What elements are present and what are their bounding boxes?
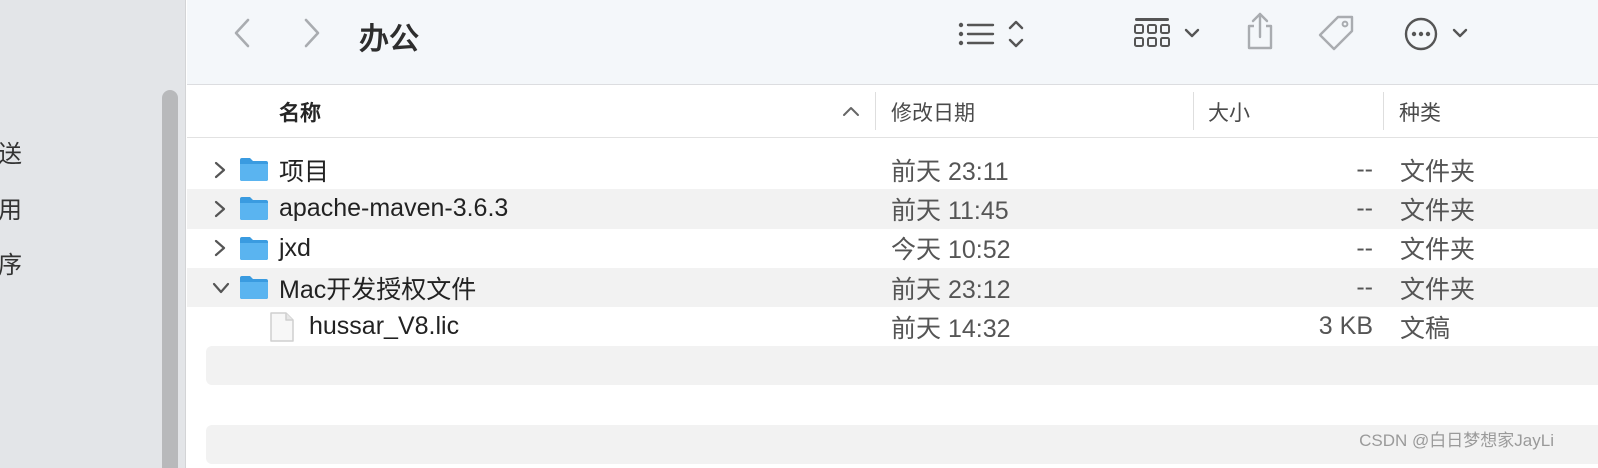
folder-icon xyxy=(240,236,268,260)
sort-ascending-icon[interactable] xyxy=(841,101,861,121)
modified-date: 前天 14:32 xyxy=(891,314,1011,343)
column-size[interactable]: 大小 xyxy=(1208,97,1250,127)
file-kind: 文稿 xyxy=(1400,314,1451,343)
group-button[interactable] xyxy=(1133,14,1205,54)
sidebar-item-1[interactable]: 送 xyxy=(0,134,22,169)
disclosure-triangle[interactable] xyxy=(211,268,231,307)
chevron-right-icon xyxy=(304,18,320,48)
chevron-left-icon xyxy=(234,18,250,48)
share-button[interactable] xyxy=(1243,10,1277,52)
file-size: -- xyxy=(1356,273,1373,302)
folder-icon xyxy=(240,197,268,221)
column-divider[interactable] xyxy=(1383,92,1384,130)
list-view-icon xyxy=(958,20,1024,48)
chevron-right-icon xyxy=(214,240,226,257)
tag-button[interactable] xyxy=(1317,13,1357,53)
file-kind: 文件夹 xyxy=(1400,275,1476,304)
forward-button[interactable] xyxy=(297,15,327,51)
modified-date: 今天 10:52 xyxy=(891,236,1011,265)
more-icon xyxy=(1404,17,1468,51)
grid-view-icon xyxy=(1134,18,1200,47)
file-size: -- xyxy=(1356,155,1373,184)
document-icon xyxy=(270,312,294,342)
toolbar: 办公 xyxy=(187,0,1598,85)
watermark: CSDN @白日梦想家JayLi xyxy=(1359,431,1554,450)
disclosure-triangle[interactable] xyxy=(213,189,227,228)
chevron-right-icon xyxy=(214,161,226,178)
file-name: jxd xyxy=(279,233,311,262)
sidebar: 送 用 序 xyxy=(0,0,186,468)
file-name: hussar_V8.lic xyxy=(309,312,460,341)
chevron-right-icon xyxy=(214,200,226,218)
file-size: -- xyxy=(1356,194,1373,223)
file-list: 项目 前天 23:11 -- 文件夹 apache-maven-3.6.3 前天… xyxy=(187,150,1598,346)
column-name[interactable]: 名称 xyxy=(279,97,321,127)
sidebar-item-label: 送 xyxy=(0,141,22,168)
file-name: Mac开发授权文件 xyxy=(279,275,477,304)
back-button[interactable] xyxy=(227,15,257,51)
file-size: -- xyxy=(1356,233,1373,262)
sidebar-item-2[interactable]: 用 xyxy=(0,190,22,225)
empty-row xyxy=(206,346,1598,385)
sidebar-item-label: 序 xyxy=(0,252,22,279)
disclosure-triangle[interactable] xyxy=(213,229,227,268)
list-item[interactable]: 项目 前天 23:11 -- 文件夹 xyxy=(187,150,1598,189)
modified-date: 前天 23:11 xyxy=(891,157,1009,186)
list-item[interactable]: hussar_V8.lic 前天 14:32 3 KB 文稿 xyxy=(187,307,1598,346)
list-item[interactable]: Mac开发授权文件 前天 23:12 -- 文件夹 xyxy=(187,267,1598,308)
file-size: 3 KB xyxy=(1318,312,1373,341)
column-header: 名称 修改日期 大小 种类 xyxy=(187,86,1598,138)
view-options-button[interactable] xyxy=(957,16,1027,52)
share-icon xyxy=(1247,12,1273,50)
disclosure-triangle[interactable] xyxy=(213,150,227,189)
tag-icon xyxy=(1318,15,1354,51)
chevron-down-icon xyxy=(212,282,230,293)
file-name: apache-maven-3.6.3 xyxy=(279,194,509,223)
sidebar-item-label: 用 xyxy=(0,197,22,224)
list-item[interactable]: apache-maven-3.6.3 前天 11:45 -- 文件夹 xyxy=(187,189,1598,229)
column-divider[interactable] xyxy=(1193,92,1194,130)
window-title: 办公 xyxy=(359,23,419,56)
file-name: 项目 xyxy=(279,157,330,186)
file-kind: 文件夹 xyxy=(1400,236,1476,265)
folder-icon xyxy=(240,158,268,181)
list-item[interactable]: jxd 今天 10:52 -- 文件夹 xyxy=(187,229,1598,268)
sidebar-scrollbar[interactable] xyxy=(162,90,178,468)
column-date[interactable]: 修改日期 xyxy=(891,97,975,127)
more-actions-button[interactable] xyxy=(1403,15,1473,53)
column-kind[interactable]: 种类 xyxy=(1399,97,1441,127)
finder-window: 送 用 序 办公 名称 修改日期 大小 种类 项目 前天 23:11 -- 文件… xyxy=(0,0,1598,468)
file-kind: 文件夹 xyxy=(1400,157,1476,186)
column-divider[interactable] xyxy=(875,92,876,130)
file-kind: 文件夹 xyxy=(1400,196,1476,225)
modified-date: 前天 23:12 xyxy=(891,275,1011,304)
folder-icon xyxy=(240,275,268,299)
modified-date: 前天 11:45 xyxy=(891,196,1009,225)
sidebar-item-3[interactable]: 序 xyxy=(0,245,22,280)
